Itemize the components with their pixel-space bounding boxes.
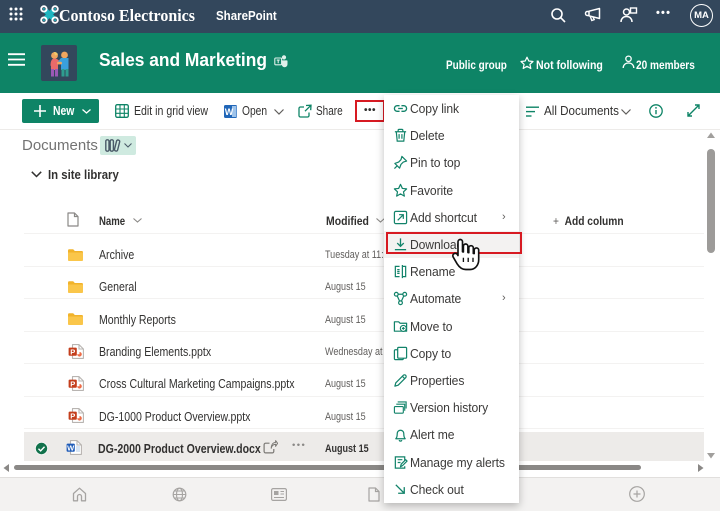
svg-text:P: P bbox=[70, 379, 75, 388]
svg-text:W: W bbox=[225, 107, 234, 117]
svg-text:P: P bbox=[70, 347, 75, 356]
svg-text:P: P bbox=[70, 411, 75, 420]
svg-text:W: W bbox=[67, 443, 75, 452]
